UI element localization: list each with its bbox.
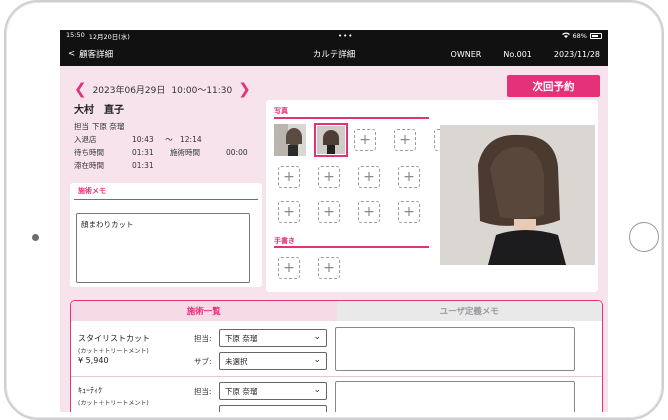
service-sub-label: サブ: xyxy=(194,357,212,366)
service-detail: (カット＋トリートメント) xyxy=(78,348,149,355)
services-panel: 施術一覧 ユーザ定義メモ スタイリストカット (カット＋トリートメント) ¥ 5… xyxy=(70,300,603,412)
exit-time: 12:14 xyxy=(180,135,202,144)
photo-thumbnail-selected[interactable] xyxy=(314,123,348,157)
service-sub-select[interactable]: 未選択 ⌄ xyxy=(219,352,327,370)
status-bar: 15:50 12月20日(水) ••• 68% xyxy=(60,30,608,42)
entry-label: 入退店 xyxy=(74,135,97,144)
camera-dot xyxy=(32,234,39,241)
service-sub-select[interactable] xyxy=(219,405,327,412)
back-button[interactable]: < 顧客詳細 xyxy=(68,48,113,60)
record-date: 2023/11/28 xyxy=(553,49,600,59)
add-photo-button[interactable]: + xyxy=(318,201,340,223)
chevron-left-icon: < xyxy=(68,49,76,59)
add-photo-button[interactable]: + xyxy=(358,166,380,188)
stay-label: 滞在時間 xyxy=(74,161,104,170)
time-tilde: ～ xyxy=(165,135,173,144)
visit-date: 2023年06月29日 xyxy=(92,86,166,96)
service-name: ｷｭｰﾃｨｸ xyxy=(78,386,102,395)
chevron-down-icon: ⌄ xyxy=(313,355,321,365)
treatment-memo-panel: 施術メモ 顔まわりカット xyxy=(70,183,262,287)
memo-header: 施術メモ xyxy=(74,183,258,200)
treat-time: 00:00 xyxy=(226,148,248,157)
next-reservation-button[interactable]: 次回予約 xyxy=(507,75,600,97)
add-photo-button[interactable]: + xyxy=(398,201,420,223)
service-staff-label: 担当: xyxy=(194,334,212,343)
status-time: 15:50 xyxy=(66,31,85,39)
service-price: ¥ 5,940 xyxy=(78,356,109,365)
add-photo-button[interactable]: + xyxy=(278,166,300,188)
service-sub-value: 未選択 xyxy=(225,356,248,366)
service-staff-select[interactable]: 下原 奈瑠 ⌄ xyxy=(219,382,327,400)
wait-label: 待ち時間 xyxy=(74,148,104,157)
chevron-down-icon: ⌄ xyxy=(313,385,321,395)
add-photo-button[interactable]: + xyxy=(398,166,420,188)
photo-header: 写真 xyxy=(274,107,288,115)
tab-services[interactable]: 施術一覧 xyxy=(71,301,337,321)
next-visit-arrow-icon[interactable]: ❯ xyxy=(238,82,251,97)
selected-photo-preview xyxy=(440,125,595,265)
service-staff-select[interactable]: 下原 奈瑠 ⌄ xyxy=(219,329,327,347)
photo-panel: 写真 +++++++++++ 手書き + + xyxy=(266,100,598,292)
add-photo-button[interactable]: + xyxy=(318,166,340,188)
add-handwriting-button[interactable]: + xyxy=(318,257,340,279)
staff-label: 担当 xyxy=(74,122,89,131)
battery-icon xyxy=(589,33,602,39)
service-staff-value: 下原 奈瑠 xyxy=(225,333,258,343)
customer-info: 大村 直子 担当 下原 奈瑠 入退店 10:43 ～ 12:14 待ち時間 01… xyxy=(74,101,248,172)
role-label: OWNER xyxy=(450,49,482,59)
multitask-dots[interactable]: ••• xyxy=(338,32,353,40)
memo-textarea[interactable]: 顔まわりカット xyxy=(76,213,250,283)
tab-user-memo[interactable]: ユーザ定義メモ xyxy=(336,301,602,321)
visit-date-bar: ❮ 2023年06月29日 10:00～11:30 ❯ xyxy=(74,82,251,97)
service-detail: (カット＋トリートメント) xyxy=(78,400,149,407)
handwriting-header: 手書き xyxy=(274,237,295,245)
home-button[interactable] xyxy=(629,222,659,252)
add-photo-button[interactable]: + xyxy=(354,129,376,151)
service-staff-label: 担当: xyxy=(194,387,212,396)
add-photo-button[interactable]: + xyxy=(358,201,380,223)
visit-time: 10:00～11:30 xyxy=(171,86,233,96)
nav-bar: < 顧客詳細 カルテ詳細 OWNER No.001 2023/11/28 xyxy=(60,42,608,66)
photo-header-line xyxy=(274,117,429,119)
back-label: 顧客詳細 xyxy=(79,50,114,60)
add-photo-button[interactable]: + xyxy=(394,129,416,151)
entry-time: 10:43 xyxy=(132,135,154,144)
service-notes[interactable] xyxy=(335,327,575,371)
record-number: No.001 xyxy=(503,49,532,59)
chevron-down-icon: ⌄ xyxy=(313,332,321,342)
staff-name: 下原 奈瑠 xyxy=(92,122,125,131)
handwriting-header-line xyxy=(274,246,429,248)
service-staff-value: 下原 奈瑠 xyxy=(225,386,258,396)
customer-name: 大村 直子 xyxy=(74,105,124,116)
status-date: 12月20日(水) xyxy=(88,33,130,41)
stay-time: 01:31 xyxy=(132,161,154,170)
wifi-icon xyxy=(561,32,570,40)
add-photo-button[interactable]: + xyxy=(278,201,300,223)
app-screen: 15:50 12月20日(水) ••• 68% < 顧客詳細 カルテ詳細 OWN… xyxy=(60,30,608,412)
service-name: スタイリストカット xyxy=(78,334,150,343)
service-row: ｷｭｰﾃｨｸ (カット＋トリートメント) 担当: 下原 奈瑠 ⌄ xyxy=(71,377,602,412)
battery-percent: 68% xyxy=(572,32,587,40)
service-notes[interactable] xyxy=(335,381,575,412)
service-row: スタイリストカット (カット＋トリートメント) ¥ 5,940 担当: 下原 奈… xyxy=(71,321,602,372)
photo-thumbnail[interactable] xyxy=(274,124,306,156)
treat-label: 施術時間 xyxy=(170,148,200,157)
wait-time: 01:31 xyxy=(132,148,154,157)
prev-visit-arrow-icon[interactable]: ❮ xyxy=(74,82,87,97)
add-handwriting-button[interactable]: + xyxy=(278,257,300,279)
